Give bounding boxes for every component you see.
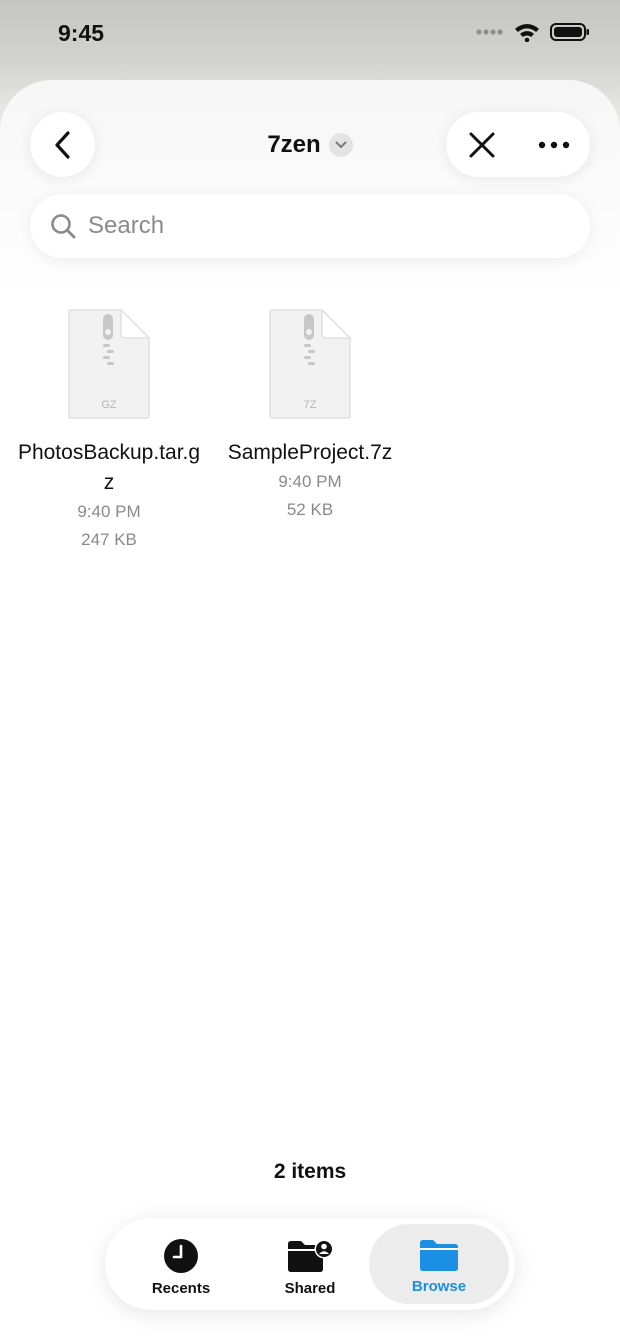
cellular-signal-icon	[476, 29, 503, 35]
shared-folder-icon	[288, 1239, 334, 1272]
search-icon	[51, 214, 76, 239]
file-name: PhotosBackup.tar.gz	[17, 441, 201, 494]
page-title: 7zen	[267, 131, 321, 158]
tab-browse[interactable]: Browse	[369, 1224, 509, 1304]
chevron-down-icon	[328, 133, 353, 157]
file-name: SampleProject.7z	[227, 441, 393, 464]
file-item[interactable]: GZ PhotosBackup.tar.gz 9:40 PM 247 KB	[14, 308, 204, 554]
zip-file-icon: 7Z	[269, 308, 352, 419]
tab-bar: Recents Shared Browse	[105, 1218, 515, 1310]
items-count: 2 items	[273, 1160, 347, 1183]
file-item[interactable]: 7Z SampleProject.7z 9:40 PM 52 KB	[215, 308, 405, 524]
file-size: 247 KB	[81, 530, 137, 549]
zip-file-icon: GZ	[68, 308, 151, 419]
tab-shared[interactable]: Shared	[245, 1224, 375, 1304]
more-button[interactable]	[518, 112, 590, 177]
close-icon	[469, 132, 495, 157]
header-actions	[446, 112, 590, 177]
folder-icon	[420, 1240, 458, 1271]
file-size: 52 KB	[286, 500, 334, 519]
status-time: 9:45	[58, 20, 105, 46]
battery-icon	[550, 23, 589, 41]
ellipsis-icon	[538, 141, 570, 148]
close-button[interactable]	[446, 112, 518, 177]
file-modified-time: 9:40 PM	[278, 472, 342, 491]
search-input[interactable]	[88, 212, 528, 240]
file-modified-time: 9:40 PM	[77, 502, 141, 521]
tab-recents[interactable]: Recents	[116, 1224, 246, 1304]
tab-shared-label: Shared	[284, 1280, 336, 1297]
file-type-label: GZ	[101, 399, 117, 411]
status-icons	[476, 22, 590, 42]
clock-icon	[164, 1239, 198, 1273]
wifi-icon	[515, 24, 539, 42]
status-bar: 9:45	[0, 0, 620, 70]
tab-recents-label: Recents	[151, 1280, 211, 1297]
file-type-label: 7Z	[304, 399, 317, 411]
search-bar[interactable]	[30, 194, 590, 258]
tab-browse-label: Browse	[411, 1278, 467, 1295]
